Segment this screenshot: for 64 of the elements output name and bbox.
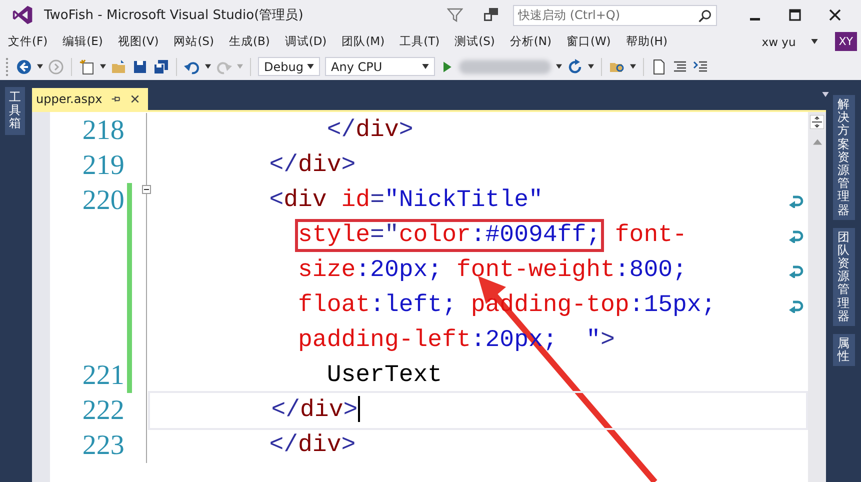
line-number: 219 [81, 149, 126, 183]
search-icon [698, 8, 712, 22]
document-icon[interactable] [651, 58, 667, 74]
caret-icon[interactable] [588, 64, 594, 69]
menu-item[interactable]: 视图(V) [118, 34, 159, 49]
save-icon[interactable] [132, 58, 148, 74]
comment-lines-icon[interactable] [693, 58, 709, 74]
caret-icon[interactable] [810, 39, 818, 44]
menu-item[interactable]: 测试(S) [454, 34, 495, 49]
code-line: </div> [326, 116, 414, 146]
line-number: 223 [81, 429, 126, 463]
menu-item[interactable]: 分析(N) [510, 34, 552, 49]
collapse-icon[interactable] [142, 185, 151, 194]
line-number: 222 [81, 394, 126, 428]
caret-icon[interactable] [37, 64, 43, 69]
code-line: </div> [270, 396, 360, 426]
menu-item[interactable]: 编辑(E) [62, 34, 103, 49]
line-number: 218 [81, 114, 126, 148]
window-title: TwoFish - Microsoft Visual Studio(管理员) [44, 7, 304, 24]
menu-item[interactable]: 工具(T) [400, 34, 440, 49]
side-panel-tab[interactable]: 团队资源管理器 [832, 228, 854, 326]
user-name[interactable]: xw yu [762, 34, 796, 48]
caret-icon [422, 64, 429, 69]
pin-icon[interactable] [111, 94, 122, 104]
line-number: 220 [81, 184, 126, 218]
code-line: </div> [268, 430, 356, 460]
code-line: </div> [268, 150, 356, 180]
caret-icon[interactable] [822, 92, 829, 97]
caret-icon[interactable] [100, 64, 106, 69]
filter-icon[interactable] [447, 7, 463, 23]
user-initials-badge[interactable]: XY [834, 32, 857, 51]
app-logo-icon [12, 4, 34, 26]
caret-icon[interactable] [205, 64, 211, 69]
split-icon[interactable] [810, 115, 824, 129]
line-number: 221 [81, 359, 126, 393]
caret-icon [307, 64, 314, 69]
code-line: size:20px; font-weight:800; [297, 256, 687, 286]
menu-item[interactable]: 生成(B) [228, 34, 270, 49]
menu-item[interactable]: 文件(F) [8, 34, 48, 49]
menu-item[interactable]: 窗口(W) [566, 34, 611, 49]
menu-item[interactable]: 帮助(H) [626, 34, 668, 49]
close-icon[interactable] [130, 94, 140, 104]
menu-item[interactable]: 网站(S) [174, 34, 214, 49]
back-icon[interactable] [16, 58, 32, 74]
code-line: UserText [326, 360, 442, 390]
platform-dropdown[interactable]: Any CPU [325, 57, 435, 76]
save-all-icon[interactable] [153, 58, 169, 74]
refresh-icon[interactable] [567, 58, 583, 74]
menu-item[interactable]: 调试(D) [284, 34, 327, 49]
maximize-icon[interactable] [789, 9, 801, 21]
side-panel-tab[interactable]: 属性 [832, 334, 854, 366]
menu-item[interactable]: 团队(M) [342, 34, 385, 49]
lines-icon[interactable] [672, 58, 688, 74]
document-tab[interactable]: upper.aspx [32, 88, 148, 110]
toolbox-tab[interactable]: 工具箱 [5, 87, 25, 135]
new-project-icon[interactable] [79, 58, 95, 74]
caret-icon[interactable] [630, 64, 636, 69]
caret-icon[interactable] [556, 64, 562, 69]
close-icon[interactable] [829, 9, 841, 21]
configuration-dropdown[interactable]: Debug [258, 57, 320, 76]
quick-launch-field[interactable]: 快速启动 (Ctrl+Q) [513, 4, 717, 26]
code-line: style="color:#0094ff; font- [154, 220, 687, 250]
code-line: <div id="NickTitle" [268, 186, 543, 216]
side-panel-tab[interactable]: 解决方案资源管理器 [832, 95, 854, 220]
